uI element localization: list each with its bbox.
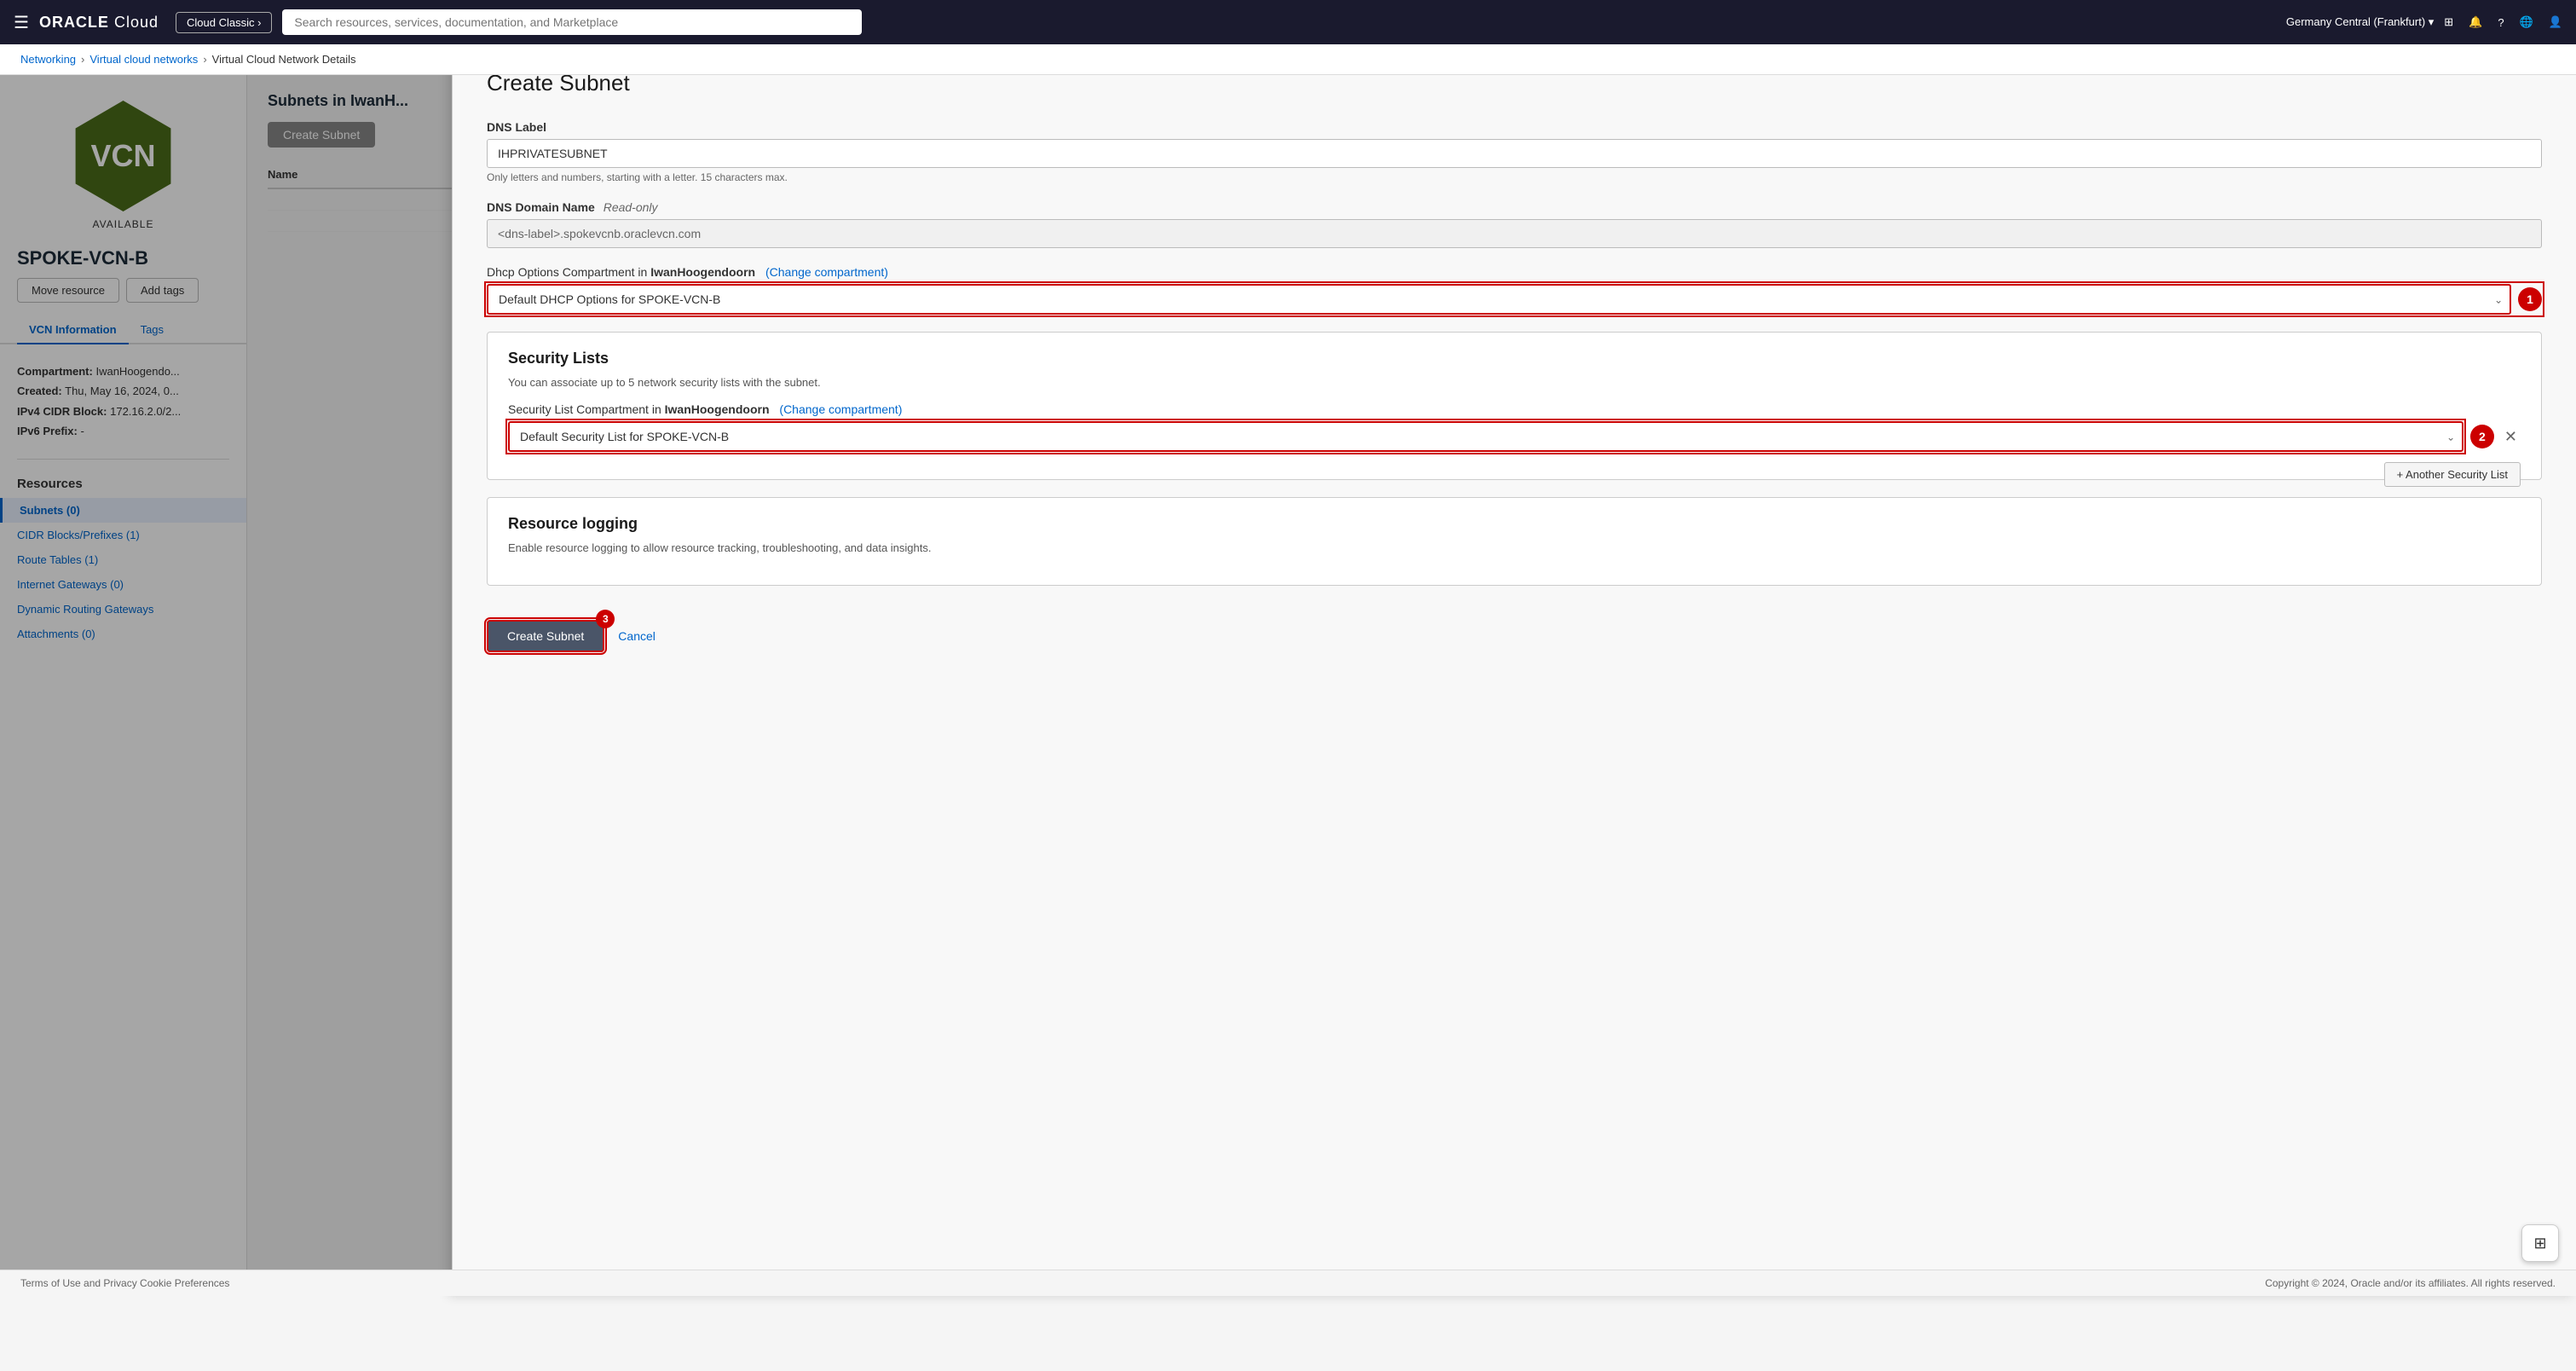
resource-logging-title: Resource logging — [508, 515, 2521, 533]
dns-domain-input — [487, 219, 2542, 248]
dhcp-group: Dhcp Options Compartment in IwanHoogendo… — [487, 265, 2542, 315]
panel-footer: Create Subnet 3 Cancel — [487, 603, 2542, 652]
resource-logging-desc: Enable resource logging to allow resourc… — [508, 541, 2521, 554]
step-badge-3: 3 — [596, 610, 615, 628]
panel-inner: Create Subnet DNS Label Only letters and… — [453, 44, 2576, 686]
step-badge-1: 1 — [2518, 287, 2542, 311]
security-change-compartment-link[interactable]: (Change compartment) — [779, 402, 902, 416]
terminal-icon[interactable]: ⊞ — [2444, 15, 2453, 29]
footer-right: Copyright © 2024, Oracle and/or its affi… — [2265, 1277, 2556, 1289]
breadcrumb-detail: Virtual Cloud Network Details — [212, 53, 356, 66]
add-security-list-button[interactable]: + Another Security List — [2384, 462, 2521, 487]
breadcrumb-networking[interactable]: Networking — [20, 53, 76, 66]
top-navigation: ☰ ORACLE Cloud Cloud Classic › Germany C… — [0, 0, 2576, 44]
security-list-select[interactable]: Default Security List for SPOKE-VCN-B — [508, 421, 2463, 452]
dhcp-select-row: Default DHCP Options for SPOKE-VCN-B 1 — [487, 284, 2542, 315]
dns-label-hint: Only letters and numbers, starting with … — [487, 171, 2542, 183]
help-float-icon: ⊞ — [2533, 1235, 2546, 1252]
hamburger-menu[interactable]: ☰ — [14, 12, 29, 33]
dhcp-options-select[interactable]: Default DHCP Options for SPOKE-VCN-B — [487, 284, 2511, 315]
dns-label-group: DNS Label Only letters and numbers, star… — [487, 120, 2542, 183]
oracle-logo: ORACLE Cloud — [39, 14, 159, 32]
security-select-wrapper: Default Security List for SPOKE-VCN-B — [508, 421, 2463, 452]
resource-logging-section: Resource logging Enable resource logging… — [487, 497, 2542, 586]
help-icon[interactable]: ? — [2498, 16, 2504, 29]
breadcrumb-vcn-list[interactable]: Virtual cloud networks — [90, 53, 198, 66]
dhcp-compartment-label: Dhcp Options Compartment in IwanHoogendo… — [487, 265, 2542, 279]
security-lists-title: Security Lists — [508, 350, 2521, 367]
security-lists-desc: You can associate up to 5 network securi… — [508, 376, 2521, 389]
create-subnet-submit-button[interactable]: Create Subnet — [487, 620, 604, 652]
global-search-input[interactable] — [282, 9, 862, 35]
nav-icons: ⊞ 🔔 ? 🌐 👤 — [2444, 15, 2562, 29]
dhcp-select-wrapper: Default DHCP Options for SPOKE-VCN-B — [487, 284, 2511, 315]
cancel-button[interactable]: Cancel — [618, 629, 656, 643]
breadcrumb: Networking › Virtual cloud networks › Vi… — [0, 44, 2576, 75]
step-badge-2: 2 — [2470, 425, 2494, 448]
user-avatar[interactable]: 👤 — [2549, 15, 2562, 29]
globe-icon[interactable]: 🌐 — [2520, 15, 2533, 29]
security-lists-section: Security Lists You can associate up to 5… — [487, 332, 2542, 480]
footer-left: Terms of Use and Privacy Cookie Preferen… — [20, 1277, 229, 1289]
dns-domain-label: DNS Domain Name Read-only — [487, 200, 2542, 214]
dns-label-input[interactable] — [487, 139, 2542, 168]
nav-region[interactable]: Germany Central (Frankfurt) ▾ — [2286, 15, 2434, 29]
page-footer: Terms of Use and Privacy Cookie Preferen… — [0, 1270, 2576, 1296]
bell-icon[interactable]: 🔔 — [2469, 15, 2482, 29]
help-float-button[interactable]: ⊞ — [2521, 1224, 2559, 1262]
security-select-row: Default Security List for SPOKE-VCN-B 2 … — [508, 421, 2521, 452]
dhcp-change-compartment-link[interactable]: (Change compartment) — [765, 265, 888, 279]
cloud-classic-button[interactable]: Cloud Classic › — [176, 12, 272, 33]
dns-domain-group: DNS Domain Name Read-only — [487, 200, 2542, 248]
create-subnet-panel: Create Subnet DNS Label Only letters and… — [452, 44, 2576, 1296]
create-subnet-btn-wrapper: Create Subnet 3 — [487, 620, 604, 652]
delete-security-list-button[interactable]: ✕ — [2501, 428, 2521, 446]
dns-label-label: DNS Label — [487, 120, 2542, 134]
security-compartment-label: Security List Compartment in IwanHoogend… — [508, 402, 2521, 416]
